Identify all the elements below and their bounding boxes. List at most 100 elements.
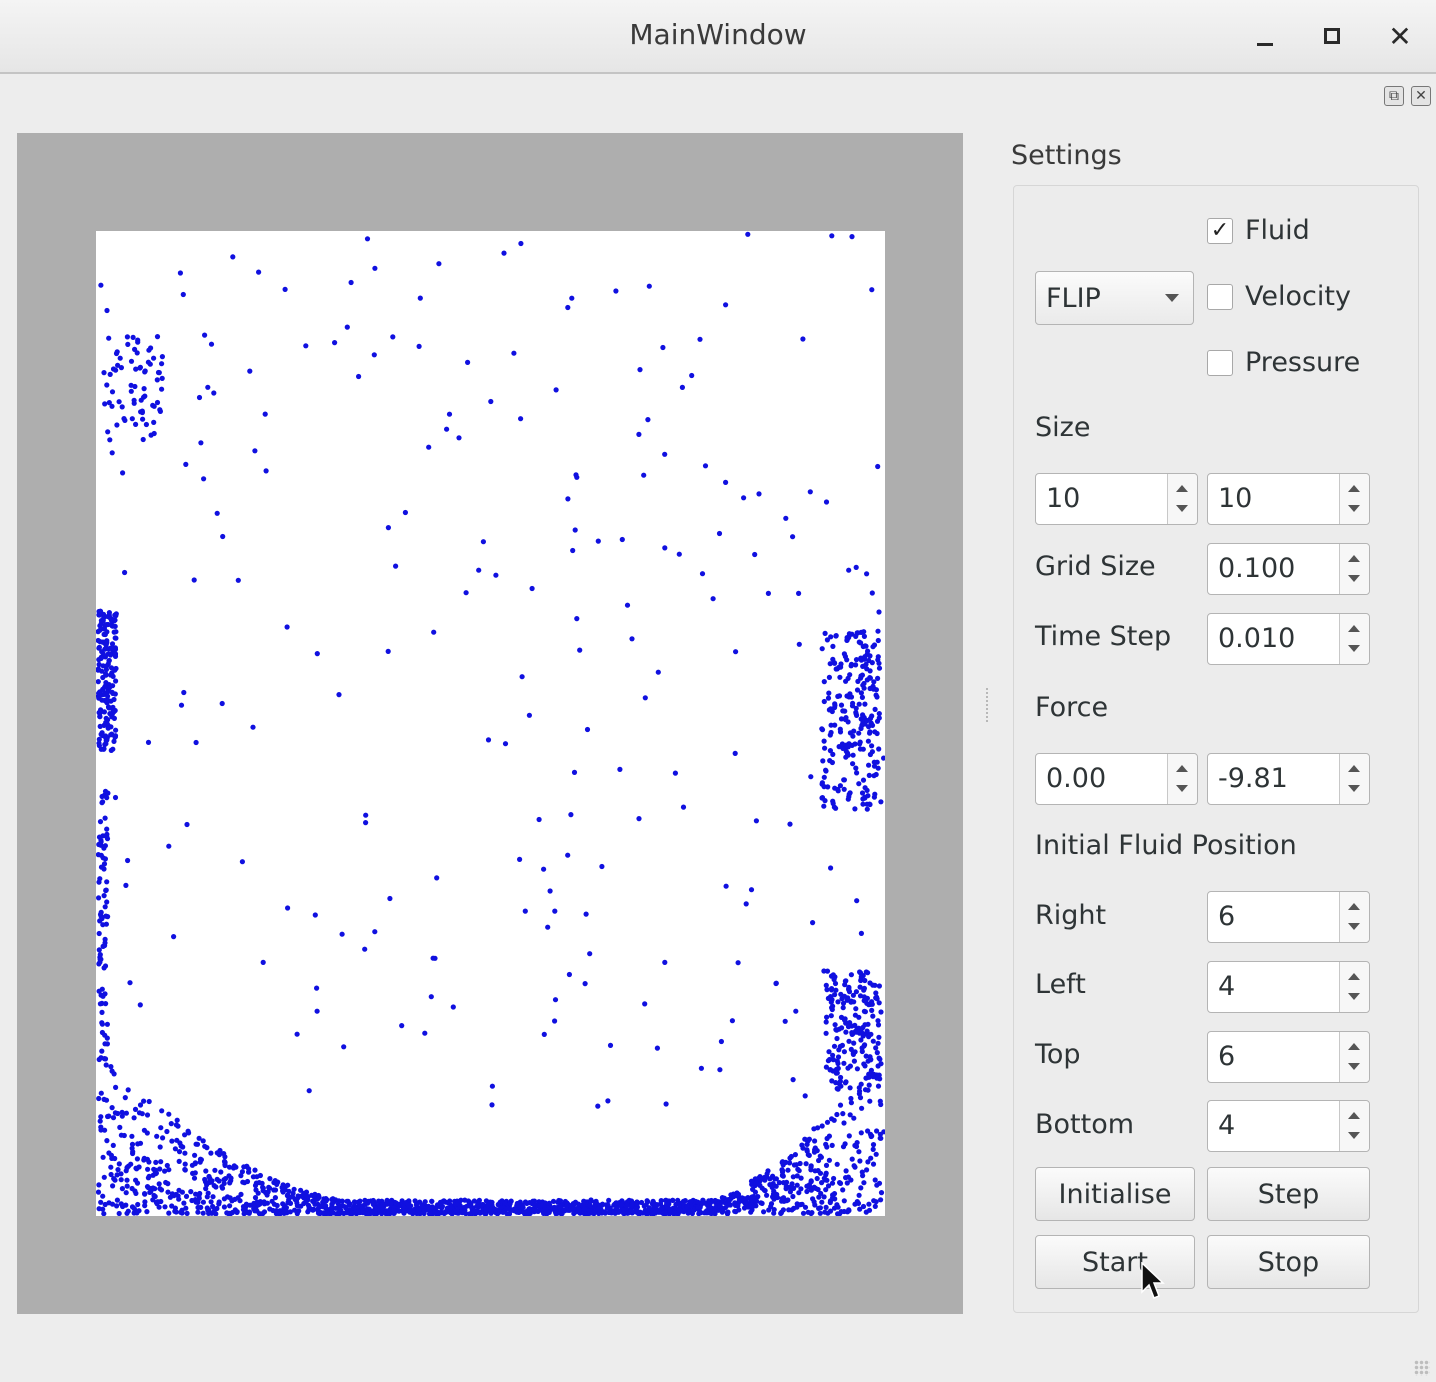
grid-size-value[interactable]: 0.100 [1218,553,1295,584]
arrow-up-icon[interactable] [1348,1043,1360,1050]
top-value[interactable]: 6 [1218,1041,1235,1072]
time-step-spinbox[interactable]: 0.010 [1207,613,1370,665]
arrow-down-icon[interactable] [1348,645,1360,652]
particle [463,590,469,596]
initialise-button[interactable]: Initialise [1035,1167,1195,1221]
particle [158,1125,164,1131]
arrow-down-icon[interactable] [1348,993,1360,1000]
arrow-down-icon[interactable] [1348,1132,1360,1139]
spinbox-arrows[interactable] [1339,614,1369,664]
checkbox-empty-icon[interactable] [1207,283,1233,310]
grid-size-label: Grid Size [1035,551,1156,582]
arrow-down-icon[interactable] [1348,505,1360,512]
size-x-value[interactable]: 10 [1046,483,1080,514]
window-titlebar[interactable]: MainWindow ✕ [0,0,1436,74]
left-value[interactable]: 4 [1218,971,1235,1002]
stop-button[interactable]: Stop [1207,1235,1370,1289]
splitter-handle[interactable] [986,688,990,722]
bottom-value[interactable]: 4 [1218,1110,1235,1141]
time-step-value[interactable]: 0.010 [1218,623,1295,654]
arrow-up-icon[interactable] [1176,485,1188,492]
size-y-spinbox[interactable]: 10 [1207,473,1370,525]
particle [725,1209,731,1215]
particle [267,1206,273,1212]
pressure-checkbox[interactable]: Pressure [1207,347,1360,378]
arrow-down-icon[interactable] [1176,505,1188,512]
chevron-down-icon [1165,294,1179,302]
particle [832,992,838,998]
particle [336,692,342,698]
particle [836,664,842,670]
checkmark-icon[interactable]: ✓ [1207,217,1233,244]
particle [840,1005,846,1011]
spinbox-arrows[interactable] [1339,962,1369,1012]
force-x-value[interactable]: 0.00 [1046,763,1106,794]
close-icon[interactable]: ✕ [1380,16,1420,56]
maximize-icon[interactable] [1312,16,1352,56]
particle [129,416,135,422]
arrow-down-icon[interactable] [1348,575,1360,582]
particle [524,1208,530,1214]
particle [159,361,165,367]
spinbox-arrows[interactable] [1339,754,1369,804]
particle [565,496,571,502]
grid-size-spinbox[interactable]: 0.100 [1207,543,1370,595]
particle [134,1156,140,1162]
particle [711,1206,717,1212]
solver-dropdown[interactable]: FLIP [1035,271,1194,325]
force-y-spinbox[interactable]: -9.81 [1207,753,1370,805]
particle [619,536,625,543]
fluid-checkbox[interactable]: ✓ Fluid [1207,215,1310,246]
particle [871,686,877,692]
particle [113,1084,119,1090]
dock-float-icon[interactable]: ⧉ [1384,86,1404,106]
simulation-view[interactable] [17,133,963,1314]
particle [825,695,832,701]
top-spinbox[interactable]: 6 [1207,1031,1370,1083]
checkbox-empty-icon[interactable] [1207,349,1233,376]
particle [717,1067,723,1073]
resize-grip[interactable] [1414,1360,1430,1376]
spinbox-arrows[interactable] [1167,474,1197,524]
particle [832,702,838,709]
force-y-value[interactable]: -9.81 [1218,763,1288,794]
spinbox-arrows[interactable] [1339,892,1369,942]
spinbox-arrows[interactable] [1339,544,1369,594]
particle [821,774,827,780]
bottom-spinbox[interactable]: 4 [1207,1100,1370,1152]
arrow-up-icon[interactable] [1348,555,1360,562]
arrow-down-icon[interactable] [1176,785,1188,792]
velocity-checkbox[interactable]: Velocity [1207,281,1351,312]
spinbox-arrows[interactable] [1167,754,1197,804]
arrow-up-icon[interactable] [1176,765,1188,772]
arrow-up-icon[interactable] [1348,625,1360,632]
arrow-up-icon[interactable] [1348,903,1360,910]
arrow-up-icon[interactable] [1348,1112,1360,1119]
arrow-down-icon[interactable] [1348,785,1360,792]
spinbox-arrows[interactable] [1339,1101,1369,1151]
particle [303,343,309,349]
particle [876,665,883,671]
size-x-spinbox[interactable]: 10 [1035,473,1198,525]
right-spinbox[interactable]: 6 [1207,891,1370,943]
arrow-up-icon[interactable] [1348,765,1360,772]
step-button[interactable]: Step [1207,1167,1370,1221]
start-button[interactable]: Start [1035,1235,1195,1289]
force-x-spinbox[interactable]: 0.00 [1035,753,1198,805]
left-spinbox[interactable]: 4 [1207,961,1370,1013]
right-value[interactable]: 6 [1218,901,1235,932]
arrow-down-icon[interactable] [1348,923,1360,930]
arrow-down-icon[interactable] [1348,1063,1360,1070]
spinbox-arrows[interactable] [1339,1032,1369,1082]
particle [471,1208,477,1215]
size-y-value[interactable]: 10 [1218,483,1252,514]
spinbox-arrows[interactable] [1339,474,1369,524]
particle [841,1060,847,1066]
particle [837,729,844,735]
minimize-icon[interactable] [1245,16,1285,56]
particle [125,341,131,347]
arrow-up-icon[interactable] [1348,973,1360,980]
arrow-up-icon[interactable] [1348,485,1360,492]
particle [294,1200,300,1206]
dock-close-icon[interactable]: ✕ [1411,86,1431,106]
